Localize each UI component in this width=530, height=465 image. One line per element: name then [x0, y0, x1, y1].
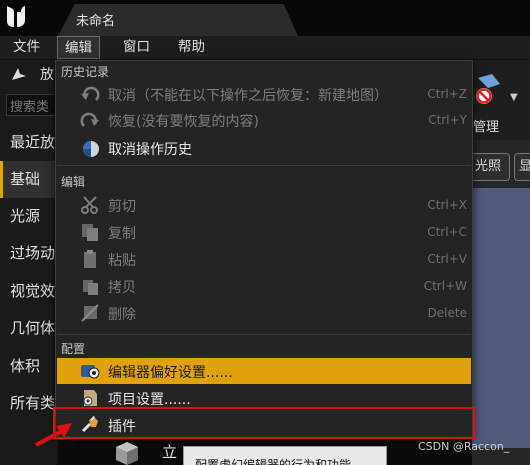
paste-shortcut: Ctrl+V [427, 252, 467, 266]
copy-label: 复制 [108, 226, 136, 242]
category-geometry[interactable]: 几何体 [0, 310, 58, 347]
menu-edit[interactable]: 编辑 [57, 36, 100, 59]
redo-icon [80, 112, 99, 127]
chevron-down-icon[interactable]: ▼ [510, 92, 518, 103]
menu-item-duplicate[interactable]: 拷贝 Ctrl+W [57, 273, 471, 299]
category-volumes[interactable]: 体积 [0, 348, 58, 385]
delete-shortcut: Delete [427, 306, 467, 320]
place-mode-label: 放 [40, 67, 54, 83]
editor-preferences-label: 编辑器偏好设置...... [108, 365, 233, 381]
search-placeholder: 搜索类 [10, 100, 50, 115]
category-basic[interactable]: 基础 [0, 161, 58, 198]
delete-label: 删除 [108, 307, 136, 323]
undo-shortcut: Ctrl+Z [427, 87, 467, 101]
category-lights[interactable]: 光源 [0, 198, 58, 235]
scissors-icon [81, 196, 98, 214]
edit-menu-dropdown: 历史记录 取消（不能在以下操作之后恢复：新建地图） Ctrl+Z 恢复(没有要恢… [55, 60, 473, 438]
category-all-classes[interactable]: 所有类 [0, 385, 58, 422]
paste-icon [84, 250, 96, 268]
menu-window[interactable]: 窗口 [116, 36, 157, 59]
section-header-edit: 编辑 [61, 175, 86, 189]
duplicate-shortcut: Ctrl+W [423, 279, 467, 293]
menu-item-copy[interactable]: 复制 Ctrl+C [57, 219, 471, 245]
menu-item-redo[interactable]: 恢复(没有要恢复的内容) Ctrl+Y [57, 107, 471, 133]
delete-icon [81, 304, 99, 322]
unreal-logo-icon [7, 6, 25, 27]
menu-item-delete[interactable]: 删除 Delete [57, 300, 471, 326]
annotation-arrow-icon [35, 423, 72, 447]
manage-mode-label: 管理 [473, 120, 500, 135]
menu-bar: 文件 编辑 窗口 帮助 [0, 36, 530, 60]
editor-preferences-icon [81, 365, 100, 379]
cube-label: 立 [162, 443, 178, 461]
duplicate-icon [83, 280, 98, 295]
menu-item-paste[interactable]: 粘贴 Ctrl+V [57, 246, 471, 272]
undo-label: 取消（不能在以下操作之后恢复：新建地图） [108, 88, 388, 104]
category-visual-effects[interactable]: 视觉效 [0, 273, 58, 310]
annotation-highlight-box [53, 407, 475, 439]
show-button[interactable]: 显 [514, 153, 530, 181]
level-viewport[interactable] [472, 188, 530, 448]
paste-label: 粘贴 [108, 253, 136, 269]
history-icon [83, 141, 99, 157]
menu-item-editor-preferences[interactable]: 编辑器偏好设置...... [57, 358, 471, 384]
place-mode-icon [12, 68, 26, 80]
menu-item-undo[interactable]: 取消（不能在以下操作之后恢复：新建地图） Ctrl+Z [57, 81, 471, 107]
redo-label: 恢复(没有要恢复的内容) [108, 114, 259, 130]
menu-item-cut[interactable]: 剪切 Ctrl+X [57, 192, 471, 218]
menu-separator [57, 165, 471, 166]
cube-icon [116, 442, 138, 465]
category-recent[interactable]: 最近放 [0, 124, 58, 161]
section-header-history: 历史记录 [61, 65, 110, 79]
clear-history-label: 取消操作历史 [108, 142, 192, 158]
watermark: CSDN @Raccon_ [418, 440, 510, 453]
duplicate-label: 拷贝 [108, 280, 136, 296]
document-tab-title: 未命名 [76, 14, 116, 29]
section-header-configuration: 配置 [61, 342, 86, 356]
tooltip-text: 配置虚幻编辑器的行为和功能 [195, 458, 352, 465]
redo-shortcut: Ctrl+Y [428, 113, 467, 127]
menu-file[interactable]: 文件 [6, 36, 47, 59]
category-cinematic[interactable]: 过场动 [0, 235, 58, 272]
cut-shortcut: Ctrl+X [427, 198, 467, 212]
copy-icon [82, 224, 98, 241]
cut-label: 剪切 [108, 199, 136, 215]
manage-mode-icon [476, 74, 500, 104]
project-settings-icon [83, 390, 97, 406]
menu-help[interactable]: 帮助 [171, 36, 212, 59]
undo-icon [81, 86, 100, 101]
copy-shortcut: Ctrl+C [427, 225, 467, 239]
lighting-button[interactable]: 光照 [470, 153, 510, 181]
menu-separator [57, 334, 471, 335]
project-settings-label: 项目设置...... [108, 392, 191, 408]
menu-item-clear-history[interactable]: 取消操作历史 [57, 135, 471, 161]
